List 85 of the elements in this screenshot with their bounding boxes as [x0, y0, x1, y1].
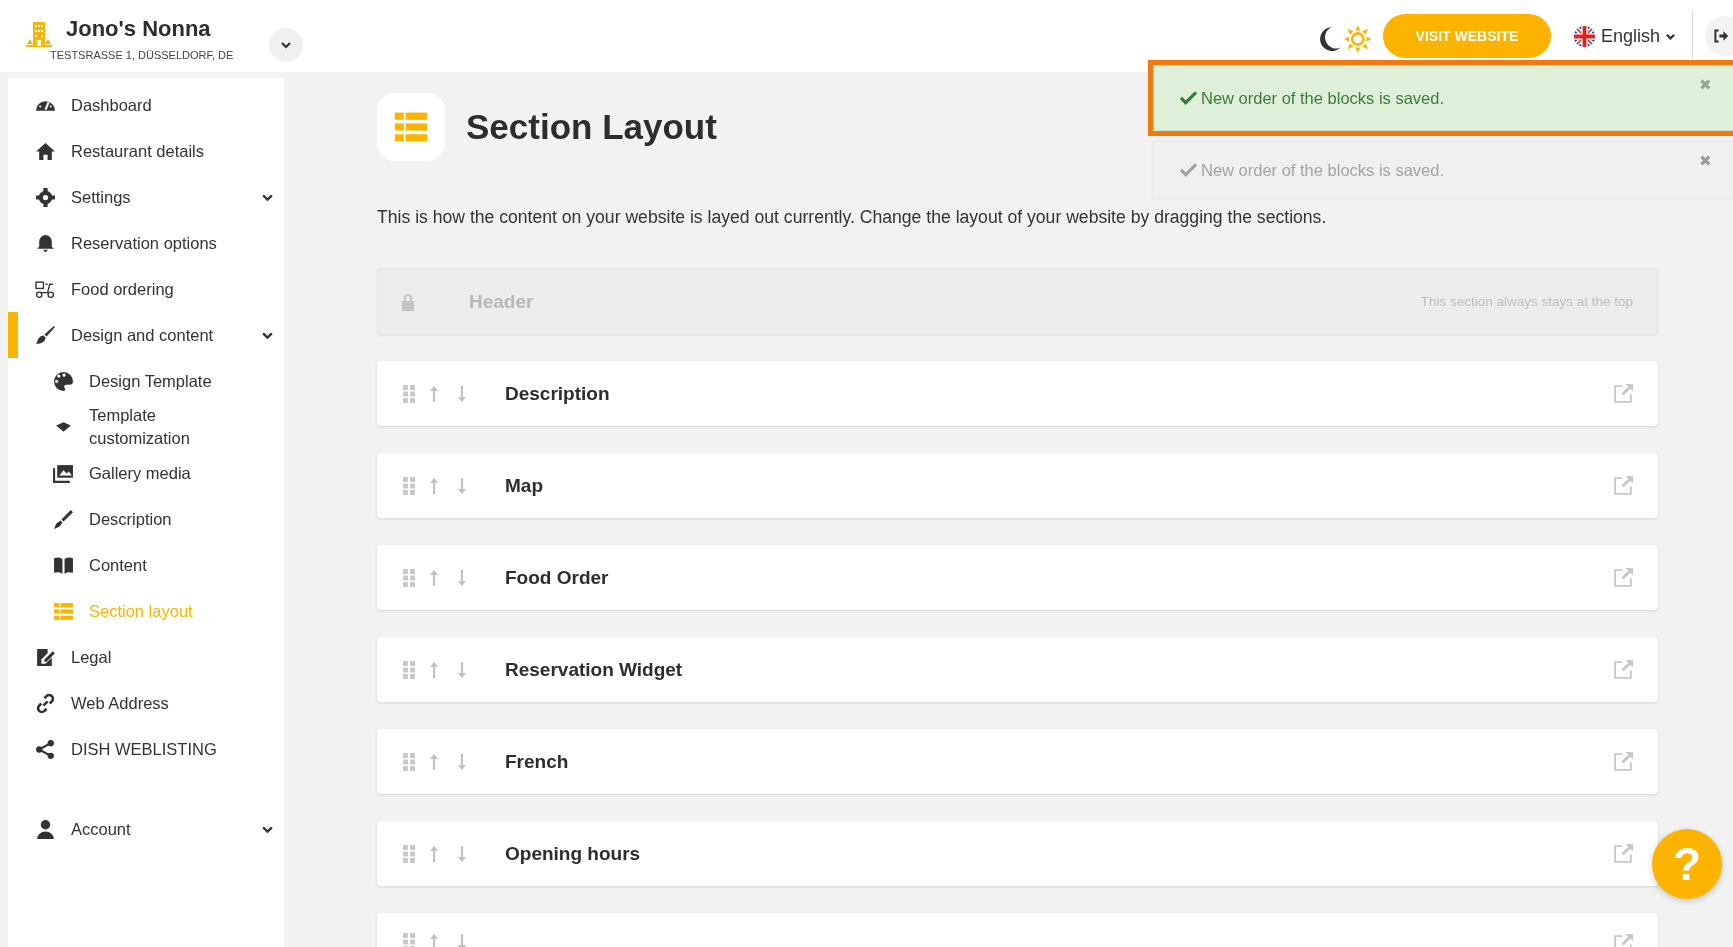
sidebar-subitem[interactable]: Gallery media: [8, 450, 284, 496]
house-icon: [35, 140, 56, 162]
sidebar-item[interactable]: Web Address: [8, 680, 284, 726]
move-down-icon[interactable]: [457, 844, 467, 863]
restaurant-dropdown-button[interactable]: [269, 28, 304, 62]
page-description: This is how the content on your website is layed out currently. Change the layout of your website by dragging the sections.: [377, 207, 1328, 228]
move-up-icon[interactable]: [429, 933, 439, 947]
gallery-icon: [53, 462, 74, 484]
pen-file-icon: [35, 646, 56, 668]
lock-icon: [400, 292, 416, 311]
section-name: Map: [505, 474, 543, 497]
hotel-icon: [25, 20, 53, 48]
sidebar-subitem[interactable]: Template customization: [8, 404, 284, 450]
drag-handle-icon[interactable]: [403, 384, 415, 403]
toast-message: New order of the blocks is saved.: [1201, 160, 1445, 180]
sidebar-subitem[interactable]: Description: [8, 496, 284, 542]
section-row[interactable]: Reservation Widget: [377, 637, 1658, 702]
external-link-icon[interactable]: [1613, 843, 1634, 864]
share-icon: [35, 738, 56, 760]
sidebar-item[interactable]: Settings: [8, 174, 284, 220]
sidebar-item[interactable]: Dashboard: [8, 82, 284, 128]
external-link-icon[interactable]: [1613, 751, 1634, 772]
sidebar-item[interactable]: DISH WEBLISTING: [8, 726, 284, 772]
link-icon: [35, 692, 56, 714]
sidebar-subitem[interactable]: Design Template: [8, 358, 284, 404]
logout-icon: [1713, 28, 1729, 44]
external-link-icon[interactable]: [1613, 567, 1634, 588]
drag-handle-icon[interactable]: [403, 568, 415, 587]
restaurant-address: TESTSRASSE 1, DÜSSELDORF, DE: [50, 49, 234, 61]
external-link-icon[interactable]: [1613, 659, 1634, 680]
drag-handle-icon[interactable]: [403, 476, 415, 495]
toast-message: New order of the blocks is saved.: [1201, 88, 1445, 108]
restaurant-name: Jono's Nonna: [66, 16, 212, 42]
move-up-icon[interactable]: [429, 384, 439, 403]
sidebar-item[interactable]: Restaurant details: [8, 128, 284, 174]
section-name: Opening hours: [505, 842, 641, 865]
drag-handle-icon[interactable]: [403, 752, 415, 771]
user-icon: [35, 818, 56, 840]
drag-handle-icon[interactable]: [403, 844, 415, 863]
pen-icon: [53, 508, 74, 530]
move-down-icon[interactable]: [457, 660, 467, 679]
list-icon: [53, 600, 74, 622]
drag-handle-icon[interactable]: [403, 933, 415, 947]
move-up-icon[interactable]: [429, 660, 439, 679]
sidebar-item[interactable]: Legal: [8, 634, 284, 680]
section-row[interactable]: French: [377, 729, 1658, 794]
section-row[interactable]: Map: [377, 453, 1658, 518]
sidebar-subitem[interactable]: Content: [8, 542, 284, 588]
section-name: Description: [505, 382, 610, 405]
checkmark-icon: [1180, 91, 1197, 105]
section-row[interactable]: Opening hours: [377, 821, 1658, 886]
external-link-icon[interactable]: [1613, 383, 1634, 404]
gear-icon: [35, 186, 56, 208]
section-name: Food Order: [505, 566, 609, 589]
section-name: French: [505, 750, 569, 773]
drag-handle-icon[interactable]: [403, 660, 415, 679]
palette-icon: [53, 370, 74, 392]
sidebar-item[interactable]: Account: [8, 806, 284, 852]
chevron-down-icon: [280, 39, 293, 51]
flag-icon: [1572, 24, 1596, 48]
move-down-icon[interactable]: [457, 476, 467, 495]
section-row[interactable]: Description: [377, 361, 1658, 426]
brush-icon: [35, 324, 56, 346]
move-up-icon[interactable]: [429, 568, 439, 587]
book-icon: [53, 554, 74, 576]
section-name: Reservation Widget: [505, 658, 683, 681]
move-up-icon[interactable]: [429, 752, 439, 771]
move-up-icon[interactable]: [429, 844, 439, 863]
scooter-icon: [35, 278, 56, 300]
move-down-icon[interactable]: [457, 752, 467, 771]
bell-icon: [35, 232, 56, 254]
move-down-icon[interactable]: [457, 933, 467, 947]
sidebar-item[interactable]: Design and content: [8, 312, 284, 358]
sidebar-item[interactable]: Food ordering: [8, 266, 284, 312]
list-icon: [377, 93, 445, 161]
language-selector[interactable]: English: [1572, 24, 1676, 48]
logout-button[interactable]: [1705, 16, 1733, 56]
page-title: Section Layout: [466, 107, 717, 147]
external-link-icon[interactable]: [1613, 475, 1634, 496]
sidebar-item[interactable]: Reservation options: [8, 220, 284, 266]
section-row[interactable]: Food Order: [377, 545, 1658, 610]
move-down-icon[interactable]: [457, 384, 467, 403]
checkmark-icon: [1180, 163, 1197, 177]
move-down-icon[interactable]: [457, 568, 467, 587]
move-up-icon[interactable]: [429, 476, 439, 495]
